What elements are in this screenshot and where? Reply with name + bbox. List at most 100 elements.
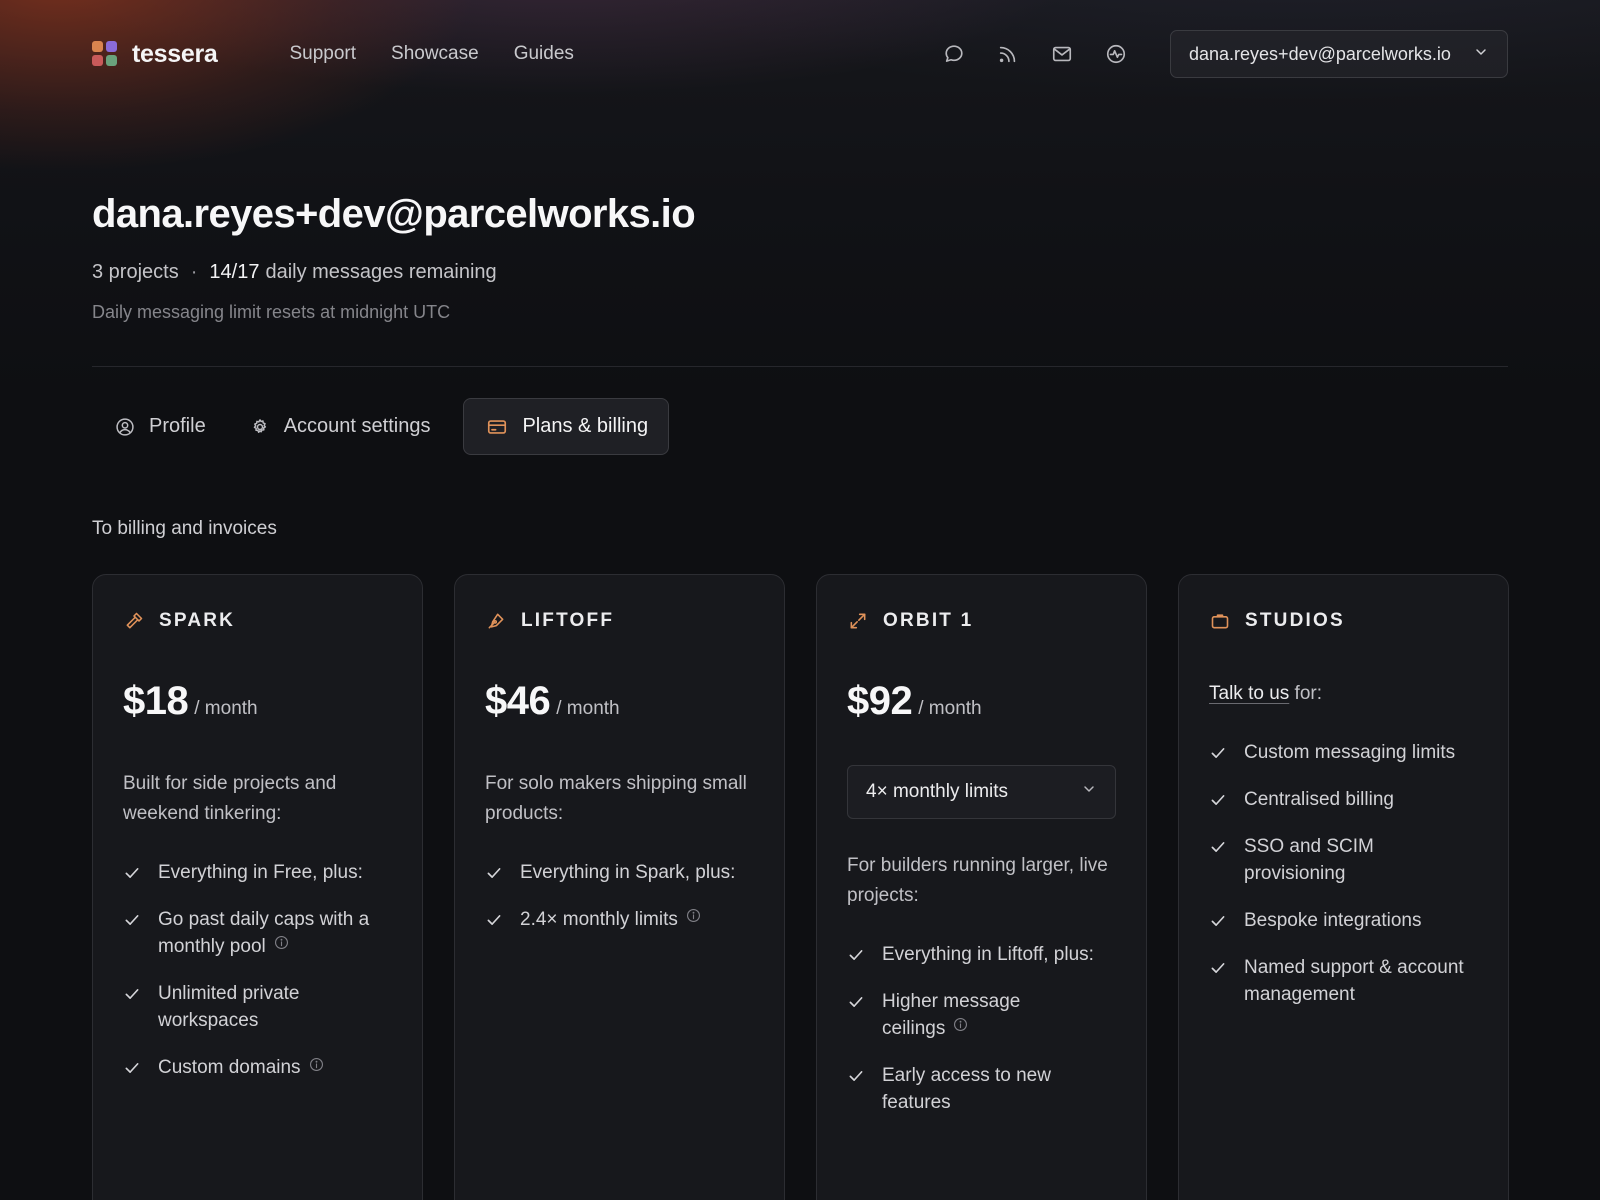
activity-icon[interactable] (1104, 42, 1128, 66)
briefcase-icon (1209, 610, 1231, 632)
check-icon (847, 941, 867, 968)
plan-header: STUDIOS (1209, 607, 1478, 635)
tab-profile[interactable]: Profile (92, 398, 227, 455)
feature-list: Everything in Spark, plus: 2.4× monthly … (485, 859, 754, 933)
billing-invoices-link[interactable]: To billing and invoices (92, 518, 277, 540)
user-circle-icon (115, 417, 135, 437)
feature-text: Everything in Liftoff, plus: (882, 944, 1094, 965)
plan-header: SPARK (123, 607, 392, 635)
plan-period: / month (918, 698, 982, 719)
check-icon (123, 859, 143, 886)
limit-reset-note: Daily messaging limit resets at midnight… (92, 302, 451, 322)
nav-links: Support Showcase Guides (289, 43, 573, 65)
account-email: dana.reyes+dev@parcelworks.io (1189, 43, 1451, 64)
feature-item: SSO and SCIM provisioning (1209, 833, 1478, 887)
feature-list: Everything in Free, plus: Go past daily … (123, 859, 392, 1082)
logo-square (106, 55, 117, 66)
plan-card-orbit[interactable]: ORBIT 1 $92 / month 4× monthly limits Fo… (816, 574, 1147, 1200)
feature-body: Go past daily caps with a monthly pool (158, 906, 392, 960)
nav-actions: dana.reyes+dev@parcelworks.io (942, 30, 1508, 78)
check-icon (485, 859, 505, 886)
check-icon (123, 906, 143, 933)
check-icon (847, 988, 867, 1015)
feature-list: Custom messaging limits Centralised bill… (1209, 739, 1478, 1008)
tab-label: Profile (149, 415, 206, 437)
info-icon[interactable] (953, 1013, 968, 1040)
limit-multiplier-select[interactable]: 4× monthly limits (847, 765, 1116, 819)
talk-to-us-link[interactable]: Talk to us (1209, 683, 1289, 704)
check-icon (1209, 833, 1229, 860)
feature-text: Bespoke integrations (1244, 910, 1422, 931)
plan-name: STUDIOS (1245, 610, 1345, 631)
feature-item: Higher message ceilings (847, 988, 1116, 1042)
tab-plans-billing[interactable]: Plans & billing (463, 398, 670, 455)
feature-text: SSO and SCIM provisioning (1244, 836, 1374, 884)
expand-arrows-icon (847, 610, 869, 632)
feature-text: Go past daily caps with a monthly pool (158, 909, 370, 957)
brand-logo[interactable]: tessera (92, 39, 218, 69)
check-icon (123, 1054, 143, 1081)
pen-nib-icon (485, 610, 507, 632)
page-title: dana.reyes+dev@parcelworks.io (92, 192, 696, 236)
price-row: $92 / month (847, 679, 1116, 727)
logo-square (106, 41, 117, 52)
tab-account-settings[interactable]: Account settings (227, 398, 452, 455)
feature-item: Everything in Liftoff, plus: (847, 941, 1116, 968)
feature-body: Higher message ceilings (882, 988, 1052, 1042)
plan-card-liftoff[interactable]: LIFTOFF $46 / month For solo makers ship… (454, 574, 785, 1200)
check-icon (1209, 739, 1229, 766)
price-row: $46 / month (485, 679, 754, 727)
logo-square (92, 41, 103, 52)
chat-icon[interactable] (942, 42, 966, 66)
plan-header: LIFTOFF (485, 607, 754, 635)
plan-card-studios[interactable]: STUDIOS Talk to us for: Custom messaging… (1178, 574, 1509, 1200)
chevron-down-icon (1473, 44, 1489, 65)
nav-link-showcase[interactable]: Showcase (391, 43, 479, 65)
header-divider (92, 366, 1508, 367)
nav-link-support[interactable]: Support (289, 43, 356, 65)
brand-name: tessera (132, 39, 218, 68)
contact-suffix: for: (1289, 683, 1322, 704)
feature-item: Named support & account management (1209, 954, 1478, 1008)
gear-icon (250, 417, 270, 437)
plan-name: ORBIT 1 (883, 610, 974, 631)
rss-icon[interactable] (996, 42, 1020, 66)
info-icon[interactable] (309, 1053, 324, 1080)
plan-cards: SPARK $18 / month Built for side project… (92, 574, 1509, 1200)
feature-body: 2.4× monthly limits (520, 906, 701, 933)
feature-text: Custom messaging limits (1244, 742, 1456, 763)
check-icon (485, 906, 505, 933)
settings-tabs: Profile Account settings Plans & billing (92, 398, 670, 455)
nav-link-guides[interactable]: Guides (514, 43, 574, 65)
info-icon[interactable] (686, 904, 701, 931)
tab-label: Account settings (283, 415, 431, 437)
top-nav: tessera Support Showcase Guides dana.rey… (92, 30, 1508, 78)
check-icon (123, 980, 143, 1007)
select-value: 4× monthly limits (866, 781, 1009, 802)
plan-description: For builders running larger, live projec… (847, 855, 1108, 906)
check-icon (1209, 786, 1229, 813)
logo-square (92, 55, 103, 66)
feature-text: 2.4× monthly limits (520, 909, 678, 930)
account-menu-button[interactable]: dana.reyes+dev@parcelworks.io (1170, 30, 1508, 78)
plan-name: LIFTOFF (521, 610, 615, 631)
plan-period: / month (556, 698, 620, 719)
tab-label: Plans & billing (522, 415, 649, 437)
feature-item: Centralised billing (1209, 786, 1478, 813)
contact-line: Talk to us for: (1209, 683, 1478, 705)
feature-text: Everything in Free, plus: (158, 862, 363, 883)
plan-card-spark[interactable]: SPARK $18 / month Built for side project… (92, 574, 423, 1200)
plan-price: $18 (123, 679, 189, 723)
messages-count: 14/17 (209, 261, 260, 283)
feature-item: Bespoke integrations (1209, 907, 1478, 934)
feature-text: Everything in Spark, plus: (520, 862, 736, 883)
plan-description: Built for side projects and weekend tink… (123, 773, 337, 824)
plan-price: $92 (847, 679, 913, 723)
mail-icon[interactable] (1050, 42, 1074, 66)
feature-list: Everything in Liftoff, plus: Higher mess… (847, 941, 1116, 1116)
feature-item: Everything in Free, plus: (123, 859, 392, 886)
feature-item: Custom messaging limits (1209, 739, 1478, 766)
info-icon[interactable] (274, 931, 289, 958)
feature-body: Custom domains (158, 1054, 324, 1081)
feature-text: Higher message ceilings (882, 991, 1021, 1039)
